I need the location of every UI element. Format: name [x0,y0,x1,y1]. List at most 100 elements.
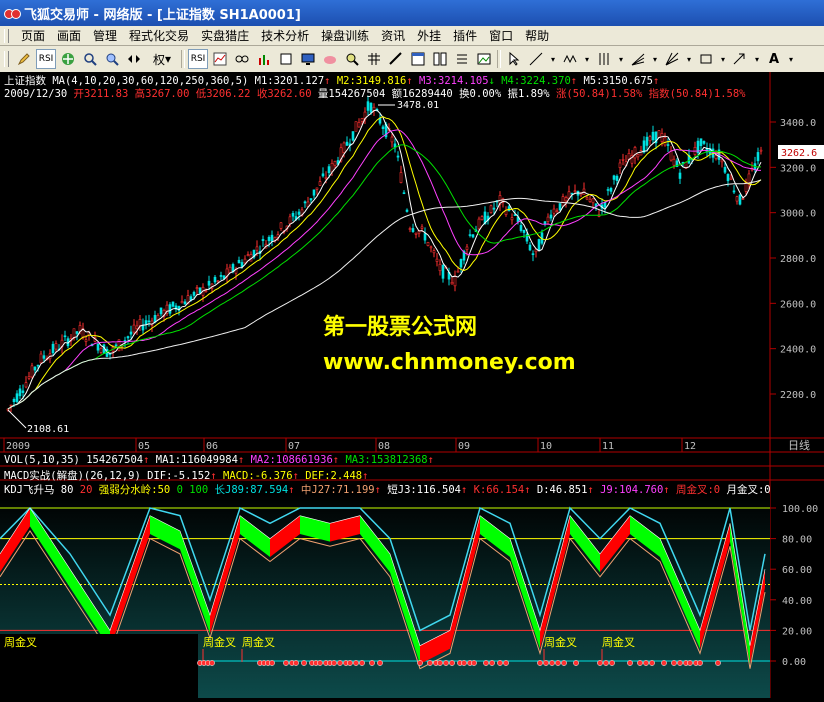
candle-body [603,201,607,208]
arrow-tool-icon[interactable] [730,49,750,69]
menu-training[interactable]: 操盘训练 [315,27,375,44]
candle-body [198,287,202,294]
kdj-tick-label: 20.00 [782,626,812,637]
chart-area[interactable]: 3400.0 3200.0 3000.0 2800.0 2600.0 2400.0 2200… [0,72,824,698]
menu-program-trading[interactable]: 程式化交易 [123,27,195,44]
kdj-name: KDJ飞升马 [4,484,55,496]
cursor-icon[interactable] [504,49,524,69]
parallel-dropdown-icon[interactable]: ▾ [616,49,626,69]
fan-dropdown-icon[interactable]: ▾ [650,49,660,69]
candle-body [297,211,301,215]
signal-dot [437,660,443,666]
menu-plugins[interactable]: 插件 [447,27,483,44]
candle-body [558,203,562,211]
candle-body [405,209,409,212]
signal-dot [603,660,609,666]
signal-dot [301,660,307,666]
window-icon[interactable] [408,49,428,69]
fan-tool-icon[interactable] [628,49,648,69]
kdj-mid: 中J27:71.199 [300,484,375,496]
expand-icon[interactable] [124,49,144,69]
arrow-dropdown-icon[interactable]: ▾ [752,49,762,69]
chart-canvas[interactable]: 3400.0 3200.0 3000.0 2800.0 2600.0 2400.0 2200… [0,72,824,698]
menu-page[interactable]: 页面 [15,27,51,44]
menu-window[interactable]: 窗口 [483,27,519,44]
menu-manage[interactable]: 管理 [87,27,123,44]
monitor-icon[interactable] [298,49,318,69]
magnifier-icon[interactable] [342,49,362,69]
list-icon[interactable] [452,49,472,69]
menu-news[interactable]: 资讯 [375,27,411,44]
rect-tool-icon[interactable] [696,49,716,69]
app-logo-icon [4,5,21,21]
rsi-button[interactable]: RSI [36,49,56,69]
candle-body [192,291,196,296]
signal-dot [537,660,543,666]
glasses-icon[interactable] [232,49,252,69]
gann-dropdown-icon[interactable]: ▾ [684,49,694,69]
menu-view[interactable]: 画面 [51,27,87,44]
move-icon[interactable] [58,49,78,69]
line-tool-icon[interactable] [526,49,546,69]
left-cross-label: 周金叉 [4,635,37,649]
low-label: 2108.61 [27,424,69,435]
candle-body [615,175,619,181]
rect-dropdown-icon[interactable]: ▾ [718,49,728,69]
up-arrow-icon: ↑ [427,454,434,466]
text-dropdown-icon[interactable]: ▾ [786,49,796,69]
signal-dot [269,660,275,666]
menu-plugin-ext[interactable]: 外挂 [411,27,447,44]
rsi-button-2[interactable]: RSI [188,49,208,69]
vol-header: VOL(5,10,35) 154267504↑ MA1:116049984↑ M… [4,454,434,466]
candle-body [714,155,718,159]
watermark-title: 第一股票公式网 [323,315,478,340]
candle-body [489,205,493,213]
parallel-tool-icon[interactable] [594,49,614,69]
pencil-icon[interactable] [14,49,34,69]
candle-body [33,366,37,371]
menu-hunter[interactable]: 实盘猎庄 [195,27,255,44]
search-icon[interactable] [102,49,122,69]
bars-icon[interactable] [254,49,274,69]
gann-tool-icon[interactable] [662,49,682,69]
chart-icon[interactable] [210,49,230,69]
zoom-icon[interactable] [80,49,100,69]
candle-body [324,177,328,179]
ruler-icon[interactable] [386,49,406,69]
signal-dot [687,660,693,666]
cross-label: 周金叉 [544,635,577,649]
candle-body [63,335,67,338]
text-tool-icon[interactable]: A [764,49,784,69]
menu-analysis[interactable]: 技术分析 [255,27,315,44]
candle-body [354,121,358,132]
picture-icon[interactable] [474,49,494,69]
box-icon[interactable] [276,49,296,69]
candle-body [555,210,559,213]
line-dropdown-icon[interactable]: ▾ [548,49,558,69]
candle-body [18,388,22,397]
month-tick-label: 08 [378,441,390,452]
menu-help[interactable]: 帮助 [519,27,555,44]
wave-tool-icon[interactable] [560,49,580,69]
month-tick-label: 2009 [6,441,30,452]
up-arrow-icon: ↑ [143,454,150,466]
grid-icon[interactable] [364,49,384,69]
rights-dropdown[interactable]: 权 ▾ [146,49,178,69]
signal-dot [449,660,455,666]
kdj-j9: J9:104.760 [600,484,664,496]
pig-icon[interactable] [320,49,340,69]
signal-dot [543,660,549,666]
candle-body [552,208,556,214]
signal-dot [649,660,655,666]
candle-body [642,140,646,153]
signal-dot [637,660,643,666]
candle-body [414,232,418,235]
kdj-long: 长J89:87.594 [214,484,289,496]
signal-dot [209,660,215,666]
wave-dropdown-icon[interactable]: ▾ [582,49,592,69]
signal-dot [549,660,555,666]
candle-body [522,229,526,233]
tile-icon[interactable] [430,49,450,69]
candle-body [327,166,331,174]
signal-dot [317,660,323,666]
